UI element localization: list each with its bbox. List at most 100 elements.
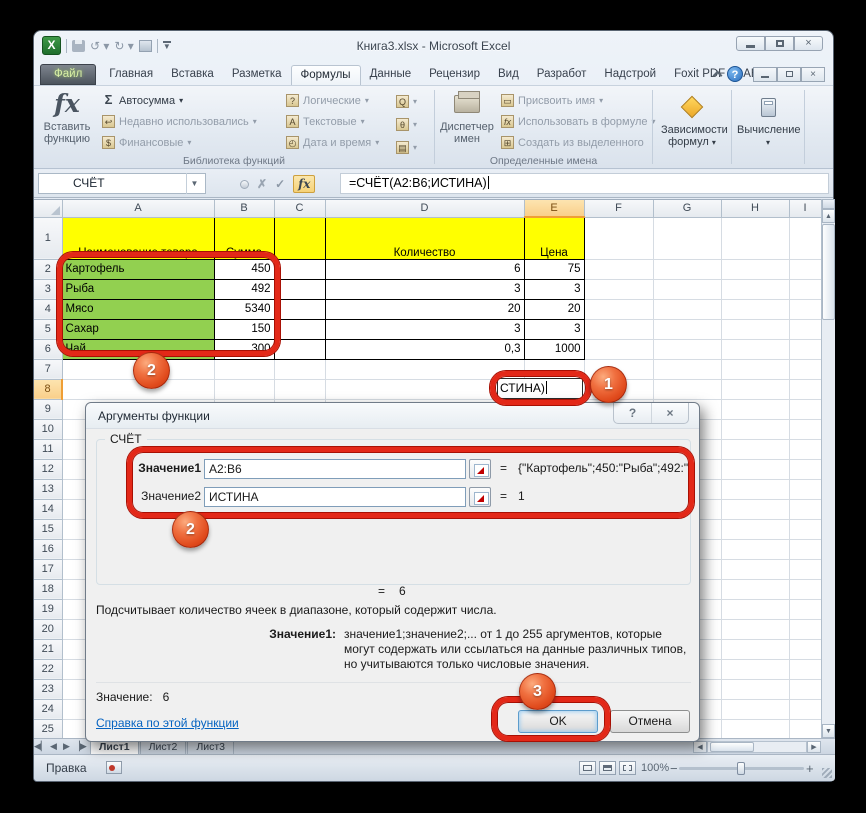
cell-E5[interactable]: 3	[524, 319, 584, 339]
cell-I11[interactable]	[789, 439, 821, 459]
insert-function-icon[interactable]: fx	[293, 175, 315, 193]
last-sheet-icon[interactable]: ▕▶	[73, 741, 86, 752]
cell-H21[interactable]	[721, 639, 789, 659]
define-name-button[interactable]: ▭Присвоить имя▾	[501, 90, 656, 111]
column-header-A[interactable]: A	[62, 200, 214, 217]
collapse-ribbon-icon[interactable]	[713, 71, 723, 81]
name-box-dropdown-icon[interactable]: ▼	[186, 173, 202, 194]
select-all-corner[interactable]	[34, 200, 62, 217]
row-header-15[interactable]: 15	[34, 519, 62, 539]
scroll-left-icon[interactable]: ◀	[693, 741, 707, 753]
cell-H17[interactable]	[721, 559, 789, 579]
math-trig-button[interactable]: θ▾	[396, 114, 417, 135]
zoom-slider-thumb[interactable]	[737, 762, 745, 775]
zoom-slider[interactable]	[679, 767, 804, 770]
logical-button[interactable]: ?Логические▾	[286, 90, 379, 111]
row-header-8[interactable]: 8	[34, 379, 62, 399]
ribbon-tab-0[interactable]: Главная	[100, 65, 162, 85]
cell-D4[interactable]: 20	[325, 299, 524, 319]
cell-C7[interactable]	[274, 359, 325, 379]
scrollbar-thumb[interactable]	[822, 224, 835, 320]
scroll-down-icon[interactable]: ▼	[822, 724, 835, 738]
cell-E4[interactable]: 20	[524, 299, 584, 319]
cell-G1[interactable]	[653, 217, 721, 259]
hscroll-track[interactable]	[707, 741, 807, 753]
cell-I1[interactable]	[789, 217, 821, 259]
cell-H18[interactable]	[721, 579, 789, 599]
row-header-22[interactable]: 22	[34, 659, 62, 679]
cell-C1[interactable]	[274, 217, 325, 259]
normal-view-button[interactable]	[579, 761, 596, 775]
lookup-reference-button[interactable]: Q▾	[396, 91, 417, 112]
macro-record-icon[interactable]	[106, 761, 122, 774]
recently-used-button[interactable]: ↩Недавно использовались▾	[102, 111, 257, 132]
cell-D3[interactable]: 3	[325, 279, 524, 299]
column-header-H[interactable]: H	[721, 200, 789, 217]
customize-qat-icon[interactable]: ▼	[163, 41, 171, 50]
ribbon-tab-5[interactable]: Рецензир	[420, 65, 489, 85]
cell-I3[interactable]	[789, 279, 821, 299]
page-layout-view-button[interactable]	[599, 761, 616, 775]
cell-H16[interactable]	[721, 539, 789, 559]
cell-I16[interactable]	[789, 539, 821, 559]
row-header-16[interactable]: 16	[34, 539, 62, 559]
cell-G7[interactable]	[653, 359, 721, 379]
cell-H20[interactable]	[721, 619, 789, 639]
grid-icon[interactable]	[139, 40, 152, 52]
cell-H1[interactable]	[721, 217, 789, 259]
cell-H5[interactable]	[721, 319, 789, 339]
minimize-button[interactable]	[736, 36, 765, 51]
cell-H12[interactable]	[721, 459, 789, 479]
ribbon-tab-4[interactable]: Данные	[361, 65, 421, 85]
cell-E1[interactable]: Цена	[524, 217, 584, 259]
datetime-button[interactable]: ◴Дата и время▾	[286, 132, 379, 153]
cell-I15[interactable]	[789, 519, 821, 539]
cell-I6[interactable]	[789, 339, 821, 359]
prev-sheet-icon[interactable]: ◀	[47, 741, 60, 752]
cell-H13[interactable]	[721, 479, 789, 499]
cell-G2[interactable]	[653, 259, 721, 279]
hscroll-thumb[interactable]	[710, 742, 754, 752]
zoom-out-icon[interactable]: −	[670, 761, 678, 776]
cell-H8[interactable]	[721, 379, 789, 399]
text-button[interactable]: AТекстовые▾	[286, 111, 379, 132]
ribbon-tab-2[interactable]: Разметка	[223, 65, 291, 85]
row-header-9[interactable]: 9	[34, 399, 62, 419]
cell-I20[interactable]	[789, 619, 821, 639]
page-break-view-button[interactable]	[619, 761, 636, 775]
cell-H25[interactable]	[721, 719, 789, 738]
redo-icon[interactable]: ↻ ▾	[114, 39, 133, 53]
ribbon-tab-7[interactable]: Разработ	[528, 65, 596, 85]
undo-icon[interactable]: ↺ ▾	[90, 39, 109, 53]
column-header-C[interactable]: C	[274, 200, 325, 217]
column-header-B[interactable]: B	[214, 200, 274, 217]
use-in-formula-button[interactable]: fxИспользовать в формуле▾	[501, 111, 656, 132]
cell-D6[interactable]: 0,3	[325, 339, 524, 359]
formula-auditing-button[interactable]: Зависимости формул ▾	[661, 92, 723, 149]
calculation-button[interactable]: Вычисление▾	[737, 92, 799, 149]
autosum-button[interactable]: ΣАвтосумма▾	[102, 90, 257, 111]
cell-I21[interactable]	[789, 639, 821, 659]
cell-E6[interactable]: 1000	[524, 339, 584, 359]
cell-H19[interactable]	[721, 599, 789, 619]
scroll-right-icon[interactable]: ▶	[807, 741, 821, 753]
create-from-selection-button[interactable]: ⊞Создать из выделенного	[501, 132, 656, 153]
enter-icon[interactable]: ✓	[275, 177, 285, 191]
cell-E3[interactable]: 3	[524, 279, 584, 299]
cell-H7[interactable]	[721, 359, 789, 379]
dialog-help-icon[interactable]: ?	[614, 403, 651, 423]
cell-F3[interactable]	[584, 279, 653, 299]
cancel-button[interactable]: Отмена	[610, 710, 690, 733]
cell-H15[interactable]	[721, 519, 789, 539]
cell-I24[interactable]	[789, 699, 821, 719]
cell-E2[interactable]: 75	[524, 259, 584, 279]
cell-H23[interactable]	[721, 679, 789, 699]
cell-H11[interactable]	[721, 439, 789, 459]
cell-H10[interactable]	[721, 419, 789, 439]
function-help-link[interactable]: Справка по этой функции	[96, 716, 239, 730]
column-header-E[interactable]: E	[524, 200, 584, 217]
cell-C2[interactable]	[274, 259, 325, 279]
scroll-up-icon[interactable]: ▲	[822, 209, 835, 223]
cell-C8[interactable]	[274, 379, 325, 399]
column-header-G[interactable]: G	[653, 200, 721, 217]
